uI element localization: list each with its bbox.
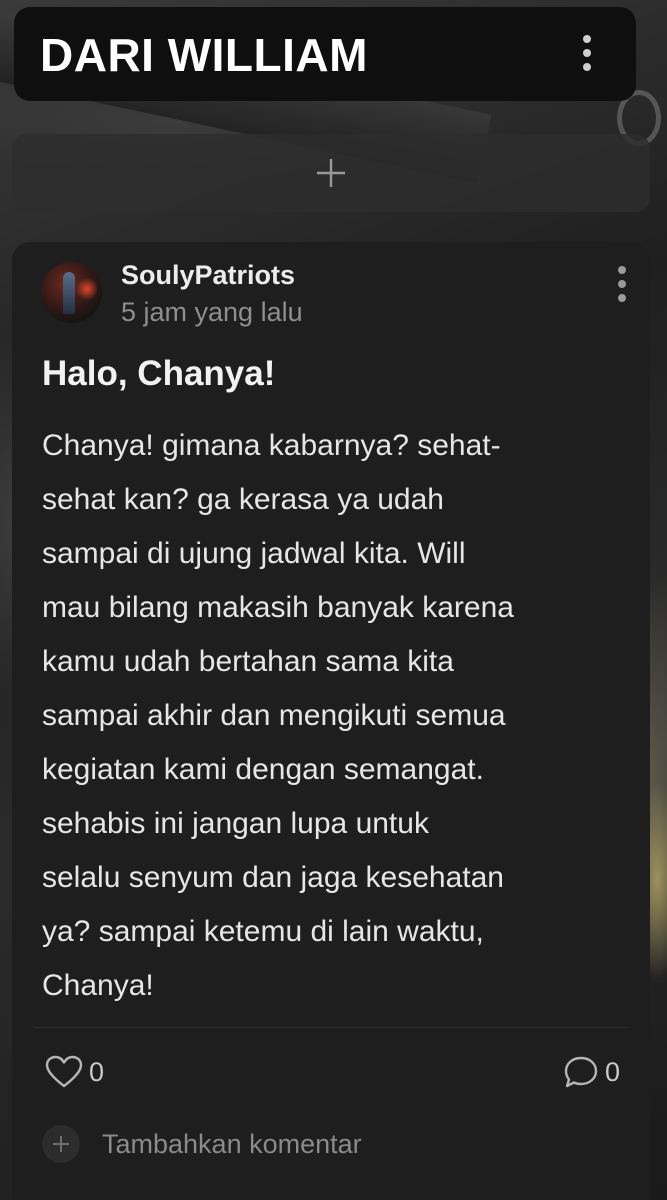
page-header: DARI WILLIAM <box>14 7 636 101</box>
post-body: Chanya! gimana kabarnya? sehat- sehat ka… <box>42 419 622 1013</box>
page-title: DARI WILLIAM <box>40 29 368 81</box>
post-body-line: sampai di ujung jadwal kita. Will <box>42 537 466 570</box>
add-post-button[interactable] <box>12 134 650 212</box>
post-body-line: Chanya! <box>42 969 154 1002</box>
avatar[interactable] <box>41 262 102 323</box>
comment-count: 0 <box>604 1057 620 1087</box>
like-count: 0 <box>89 1057 105 1087</box>
add-comment-plus-icon <box>42 1125 80 1163</box>
more-vertical-icon[interactable] <box>582 35 592 71</box>
post-card: SoulyPatriots 5 jam yang lalu Halo, Chan… <box>12 242 650 1200</box>
plus-icon <box>317 159 345 187</box>
more-vertical-icon[interactable] <box>617 266 627 302</box>
post-timestamp: 5 jam yang lalu <box>121 297 303 327</box>
post-body-line: Chanya! gimana kabarnya? sehat- <box>42 429 501 462</box>
post-body-line: ya? sampai ketemu di lain waktu, <box>42 915 484 948</box>
add-comment-field[interactable]: Tambahkan komentar <box>42 1124 362 1164</box>
post-body-line: selalu senyum dan jaga kesehatan <box>42 861 504 894</box>
heart-icon <box>45 1055 83 1088</box>
post-body-line: kamu udah bertahan sama kita <box>42 645 454 678</box>
like-button[interactable]: 0 <box>45 1052 104 1092</box>
post-body-line: mau bilang makasih banyak karena <box>42 591 514 624</box>
comment-button[interactable]: 0 <box>563 1052 620 1092</box>
post-title: Halo, Chanya! <box>42 354 276 393</box>
divider <box>34 1027 628 1028</box>
comment-bubble-icon <box>564 1056 598 1088</box>
post-author[interactable]: SoulyPatriots <box>121 258 295 292</box>
add-comment-placeholder: Tambahkan komentar <box>102 1129 362 1159</box>
post-body-line: sehat kan? ga kerasa ya udah <box>42 483 444 516</box>
post-body-line: sehabis ini jangan lupa untuk <box>42 807 429 840</box>
post-body-line: kegiatan kami dengan semangat. <box>42 753 484 786</box>
post-body-line: sampai akhir dan mengikuti semua <box>42 699 506 732</box>
